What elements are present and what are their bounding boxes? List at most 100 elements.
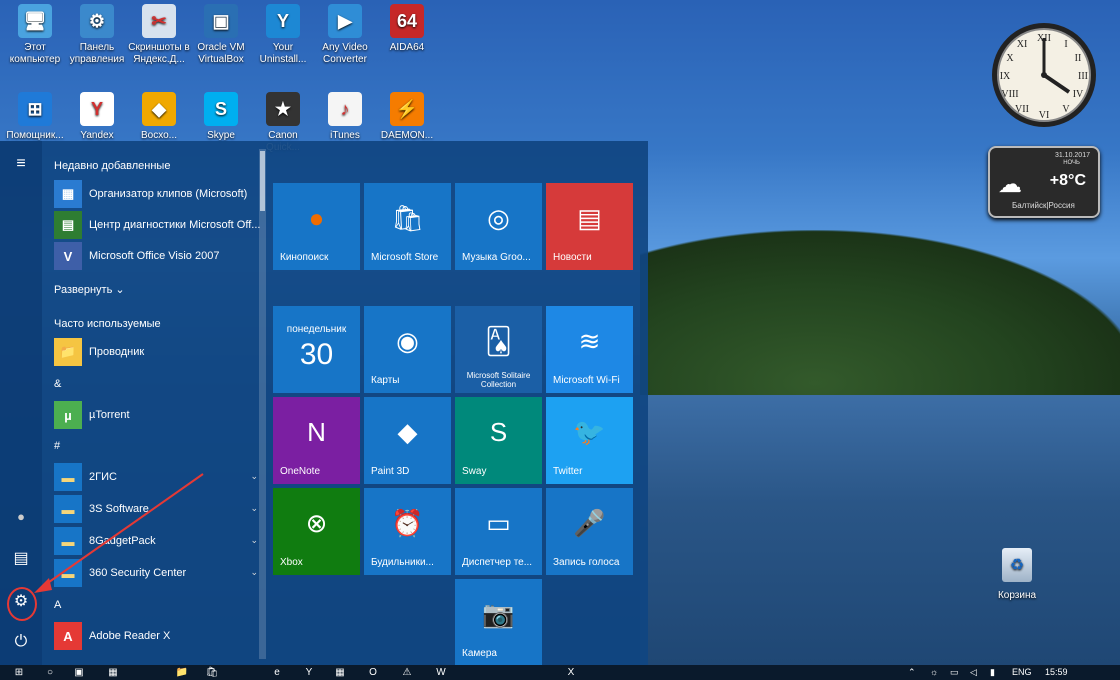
tile[interactable]: 📷 Камера <box>455 579 542 666</box>
tile[interactable]: ⊗ Xbox <box>273 488 360 575</box>
weather-city: Балтийск|Россия <box>1012 201 1075 210</box>
tile-icon: ◆ <box>397 417 418 447</box>
wallpaper-water <box>640 395 1120 665</box>
svg-text:II: II <box>1075 53 1082 64</box>
tray-volume-icon[interactable]: ◁ <box>970 666 977 679</box>
app-icon: 64 <box>390 4 424 38</box>
svg-text:VII: VII <box>1015 104 1029 115</box>
tile-label: Музыка Groo... <box>462 252 531 263</box>
tile-label: Twitter <box>553 466 583 477</box>
tile[interactable]: ≋ Microsoft Wi-Fi <box>546 306 633 393</box>
tile[interactable]: 🂡 Microsoft Solitaire Collection <box>455 306 542 393</box>
tile[interactable]: ◎ Музыка Groo... <box>455 183 542 270</box>
tile[interactable]: 🛍 Microsoft Store <box>364 183 451 270</box>
calendar-day: понедельник <box>286 324 347 335</box>
tray-weather-icon[interactable]: ☼ <box>930 666 938 679</box>
desktop-icon[interactable]: ♪ iTunes <box>312 88 378 142</box>
wallpaper-hill <box>640 230 1120 410</box>
tile-label: Microsoft Store <box>371 252 439 263</box>
svg-text:IX: IX <box>1000 71 1011 82</box>
taskbar-app-icon[interactable]: ▣ <box>72 666 86 679</box>
app-list-scrollbar[interactable] <box>259 149 266 659</box>
taskbar-app-icon[interactable]: X <box>564 666 578 679</box>
weather-gadget: 31.10.2017 НОЧЬ ☁ +8°C Балтийск|Россия <box>988 146 1100 218</box>
tile[interactable]: ◆ Paint 3D <box>364 397 451 484</box>
svg-text:III: III <box>1078 71 1088 82</box>
recycle-bin-icon: ♻ <box>1002 548 1032 582</box>
tile[interactable]: N OneNote <box>273 397 360 484</box>
tile-icon: ◉ <box>396 326 419 356</box>
svg-text:VIII: VIII <box>1001 89 1018 100</box>
calendar-date: 30 <box>299 338 334 371</box>
svg-text:XI: XI <box>1017 39 1028 50</box>
tile-label: Запись голоса <box>553 557 620 568</box>
tile-label: Кинопоиск <box>280 252 329 263</box>
tile-label: Paint 3D <box>371 466 410 477</box>
tile-icon: 🛍 <box>390 203 424 233</box>
tile[interactable]: понедельник 30 <box>273 306 360 393</box>
tile-icon: ⊗ <box>305 508 328 538</box>
tile[interactable]: ◉ Карты <box>364 306 451 393</box>
app-icon: Y <box>266 4 300 38</box>
tile-icon: ≋ <box>578 326 601 356</box>
taskbar-app-icon[interactable]: ⚠ <box>400 666 414 679</box>
tray-network-icon[interactable]: ▭ <box>950 666 959 679</box>
tray-clock[interactable]: 15:59 <box>1045 666 1068 679</box>
desktop-icon[interactable]: ⚡ DAEMON... <box>374 88 440 142</box>
tile[interactable]: S Sway <box>455 397 542 484</box>
desktop-icon-label: Any Video Converter <box>322 42 368 65</box>
tray-chevron-icon[interactable]: ⌃ <box>908 666 916 679</box>
tile-label: Диспетчер те... <box>462 557 533 568</box>
tile-label: Камера <box>462 648 497 659</box>
scrollbar-thumb[interactable] <box>260 151 265 211</box>
tile-label: Microsoft Solitaire Collection <box>466 371 531 389</box>
desktop-icon[interactable]: ▶ Any Video Converter <box>312 0 378 66</box>
taskbar-app-icon[interactable]: ▦ <box>333 666 347 679</box>
taskbar-app-icon[interactable]: Y <box>302 666 316 679</box>
tray-battery-icon[interactable]: ▮ <box>990 666 995 679</box>
annotation-arrow <box>34 473 204 593</box>
tile[interactable]: ▭ Диспетчер те... <box>455 488 542 575</box>
weather-date: 31.10.2017 <box>1054 152 1090 159</box>
tile-label: Microsoft Wi-Fi <box>553 375 620 386</box>
tile-icon: ◎ <box>487 203 510 233</box>
app-icon: ★ <box>266 92 300 126</box>
taskbar-app-icon[interactable]: ○ <box>43 666 57 679</box>
tile[interactable]: 🐦 Twitter <box>546 397 633 484</box>
svg-text:V: V <box>1062 104 1070 115</box>
tile-icon: ● <box>308 203 325 233</box>
tile[interactable]: ● Кинопоиск <box>273 183 360 270</box>
app-icon: ⚡ <box>390 92 424 126</box>
tile-label: Будильники... <box>371 557 434 568</box>
svg-text:VI: VI <box>1039 110 1050 121</box>
taskbar-app-icon[interactable]: ▦ <box>106 666 120 679</box>
taskbar-app-icon[interactable]: O <box>366 666 380 679</box>
tile[interactable]: ▤ Новости <box>546 183 633 270</box>
taskbar-app-icon[interactable]: 🛍 <box>205 666 219 679</box>
tile-icon: ⏰ <box>391 508 424 538</box>
taskbar-app-icon[interactable]: e <box>270 666 284 679</box>
tile-label: Карты <box>371 375 400 386</box>
clock-gadget: XIIIII IIIIVV VIVIIVIII IXXXI <box>992 23 1096 127</box>
tile-icon: 🎤 <box>573 508 606 538</box>
tile[interactable]: 🎤 Запись голоса <box>546 488 633 575</box>
tile-icon: 🐦 <box>573 417 606 447</box>
taskbar: ENG 15:59 ⌃ ☼ ▭ ◁ ▮ ⊞ ○ ▣ ▦ 📁 🛍 e Y ▦ O ⚠ W X <box>0 665 1120 680</box>
tile-icon: N <box>307 417 326 447</box>
app-icon: ▶ <box>328 4 362 38</box>
tile-icon: S <box>489 417 508 447</box>
taskbar-app-icon[interactable]: W <box>434 666 448 679</box>
cloud-moon-icon: ☁ <box>998 171 1022 198</box>
recycle-bin[interactable]: ♻ Корзина <box>992 548 1042 601</box>
taskbar-app-icon[interactable]: 📁 <box>175 666 189 679</box>
tile-icon: ▤ <box>577 203 602 233</box>
tile-label: Sway <box>462 466 487 477</box>
tile[interactable]: ⏰ Будильники... <box>364 488 451 575</box>
weather-temp: +8°C <box>1049 172 1086 189</box>
desktop-icon-label: AIDA64 <box>389 42 425 53</box>
start-button-icon[interactable]: ⊞ <box>12 666 26 679</box>
recycle-bin-label: Корзина <box>997 590 1037 601</box>
desktop-icon[interactable]: 64 AIDA64 <box>374 0 440 54</box>
weather-period: НОЧЬ <box>1063 160 1080 166</box>
language-indicator[interactable]: ENG <box>1012 666 1032 679</box>
